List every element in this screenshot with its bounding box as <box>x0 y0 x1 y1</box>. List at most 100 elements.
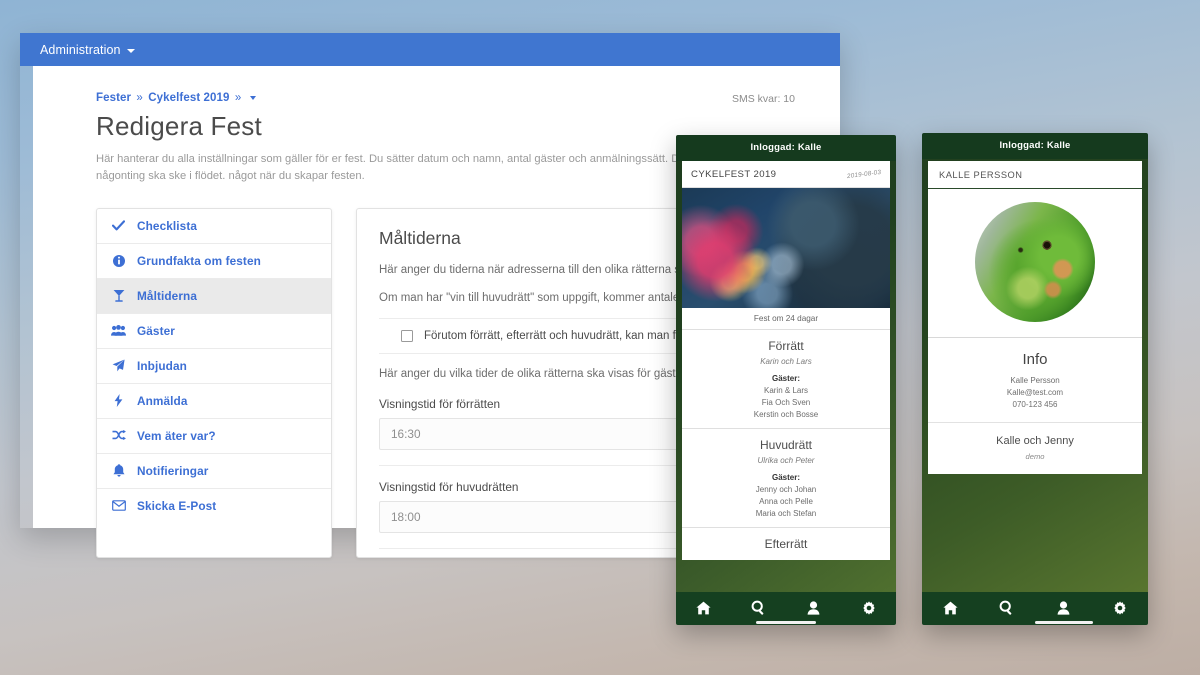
phone2-bottom-nav <box>922 592 1148 625</box>
nav-profile-button[interactable] <box>1035 600 1092 615</box>
breadcrumb-root[interactable]: Fester <box>96 92 131 104</box>
phone1-bottom-nav <box>676 592 896 625</box>
gear-icon <box>1113 600 1127 615</box>
settings-side-menu: Checklista Grundfakta om festen Måltider… <box>96 207 332 559</box>
sidebar-item-maltiderna[interactable]: Måltiderna <box>97 278 331 314</box>
nav-settings-button[interactable] <box>1092 600 1149 615</box>
phone2-status-bar: Inloggad: Kalle <box>922 133 1148 159</box>
fest-card-header: CYKELFEST 2019 2019-08-03 <box>682 161 890 188</box>
meal-name: Efterrätt <box>764 537 808 551</box>
meal-name: Förrätt <box>768 339 804 353</box>
home-icon <box>943 601 958 615</box>
sidebar-item-inbjudan[interactable]: Inbjudan <box>97 349 331 384</box>
phone1-content-sheet: CYKELFEST 2019 2019-08-03 Fest om 24 dag… <box>682 161 890 560</box>
meal-section-efterratt[interactable]: Efterrätt <box>682 528 890 560</box>
meal-section-huvudratt[interactable]: Huvudrätt Ulrika och Peter Gäster: Jenny… <box>682 429 890 528</box>
users-icon <box>111 325 126 337</box>
sidebar-item-notifieringar[interactable]: Notifieringar <box>97 454 331 489</box>
fest-card: CYKELFEST 2019 2019-08-03 Fest om 24 dag… <box>682 161 890 560</box>
nav-search-button[interactable] <box>979 600 1036 615</box>
profile-header: KALLE PERSSON <box>928 161 1142 189</box>
meal-section-forratt[interactable]: Förrätt Karin och Lars Gäster: Karin & L… <box>682 330 890 429</box>
nav-active-indicator <box>1035 621 1093 624</box>
meal-guest: Karin & Lars <box>763 386 809 395</box>
vin-till-huvudratt-checkbox[interactable] <box>401 330 413 343</box>
top-navbar: Administration <box>20 33 840 66</box>
info-circle-icon <box>111 254 126 267</box>
avatar-card <box>928 189 1142 338</box>
info-email: Kalle@test.com <box>1006 388 1064 397</box>
sidebar-item-label: Måltiderna <box>137 288 197 303</box>
nav-profile-button[interactable] <box>786 600 841 615</box>
breadcrumb-separator: » <box>136 92 143 104</box>
navbar-brand-label: Administration <box>40 42 121 57</box>
couple-subtitle: demo <box>1025 452 1045 461</box>
search-icon <box>999 600 1014 615</box>
navbar-brand[interactable]: Administration <box>20 43 135 57</box>
shuffle-icon <box>111 430 126 441</box>
fest-date: 2019-08-03 <box>846 168 882 181</box>
nav-active-indicator <box>756 621 816 624</box>
phone1-screen: CYKELFEST 2019 2019-08-03 Fest om 24 dag… <box>676 161 896 592</box>
meal-guests-label: Gäster: <box>771 374 800 383</box>
bolt-icon <box>111 394 126 408</box>
bell-icon <box>111 464 126 477</box>
cocktail-glass-icon <box>111 289 126 303</box>
sidebar-item-label: Notifieringar <box>137 463 209 478</box>
sidebar-item-anmalda[interactable]: Anmälda <box>97 384 331 419</box>
paper-plane-icon <box>111 359 126 372</box>
meal-guest: Kerstin och Bosse <box>753 410 819 419</box>
breadcrumb-current[interactable]: Cykelfest 2019 <box>148 92 229 104</box>
phone2-content-sheet: KALLE PERSSON Info Kalle Persson Kalle@t… <box>928 159 1142 474</box>
meal-guest: Fia Och Sven <box>761 398 811 407</box>
envelope-icon <box>111 500 126 512</box>
sidebar-item-checklista[interactable]: Checklista <box>97 209 331 244</box>
breadcrumb-caret-down-icon[interactable] <box>249 96 256 100</box>
meal-hosts: Karin och Lars <box>760 357 812 366</box>
caret-down-icon <box>126 48 135 53</box>
check-icon <box>111 220 126 231</box>
avatar <box>975 202 1095 322</box>
meal-guest: Maria och Stefan <box>755 509 817 518</box>
breadcrumb-separator-2: » <box>234 92 242 104</box>
meal-guest: Jenny och Johan <box>755 485 817 494</box>
sidebar-item-skicka-epost[interactable]: Skicka E-Post <box>97 489 331 523</box>
phone2-screen: KALLE PERSSON Info Kalle Persson Kalle@t… <box>922 159 1148 592</box>
sidebar-item-gaster[interactable]: Gäster <box>97 314 331 349</box>
meal-hosts: Ulrika och Peter <box>757 456 815 465</box>
sidebar-item-vem-ater-var[interactable]: Vem äter var? <box>97 419 331 454</box>
info-card: Info Kalle Persson Kalle@test.com 070-12… <box>928 338 1142 423</box>
couple-card[interactable]: Kalle och Jenny demo <box>928 423 1142 474</box>
person-icon <box>807 600 820 615</box>
sidebar-item-label: Anmälda <box>137 393 188 408</box>
info-name: Kalle Persson <box>1010 376 1060 385</box>
search-icon <box>751 600 766 615</box>
phone1-status-bar: Inloggad: Kalle <box>676 135 896 161</box>
info-phone: 070-123 456 <box>1012 400 1058 409</box>
sidebar-item-label: Gäster <box>137 323 175 338</box>
sidebar-item-label: Vem äter var? <box>137 428 216 443</box>
sidebar-item-label: Grundfakta om festen <box>137 253 261 268</box>
meal-guest: Anna och Pelle <box>759 497 813 506</box>
fest-photo <box>682 188 890 308</box>
sidebar-item-label: Inbjudan <box>137 358 187 373</box>
couple-name: Kalle och Jenny <box>996 435 1074 447</box>
meal-guests-label: Gäster: <box>771 473 800 482</box>
nav-home-button[interactable] <box>922 600 979 615</box>
phone-mockup-profile: Inloggad: Kalle KALLE PERSSON Info Kalle… <box>922 133 1148 625</box>
sidebar-item-label: Skicka E-Post <box>137 498 217 513</box>
info-heading: Info <box>1022 351 1048 368</box>
sms-counter: SMS kvar: 10 <box>731 93 795 105</box>
sidebar-item-grundfakta[interactable]: Grundfakta om festen <box>97 244 331 279</box>
nav-home-button[interactable] <box>676 600 731 615</box>
gear-icon <box>862 600 876 615</box>
nav-search-button[interactable] <box>731 600 786 615</box>
person-icon <box>1057 600 1070 615</box>
sidebar-item-label: Checklista <box>137 218 198 233</box>
breadcrumb: Fester » Cykelfest 2019 » <box>96 92 804 104</box>
nav-settings-button[interactable] <box>841 600 896 615</box>
fest-countdown: Fest om 24 dagar <box>682 308 890 330</box>
phone-mockup-fest: Inloggad: Kalle CYKELFEST 2019 2019-08-0… <box>676 135 896 625</box>
home-icon <box>696 601 711 615</box>
fest-title: CYKELFEST 2019 <box>691 169 777 180</box>
